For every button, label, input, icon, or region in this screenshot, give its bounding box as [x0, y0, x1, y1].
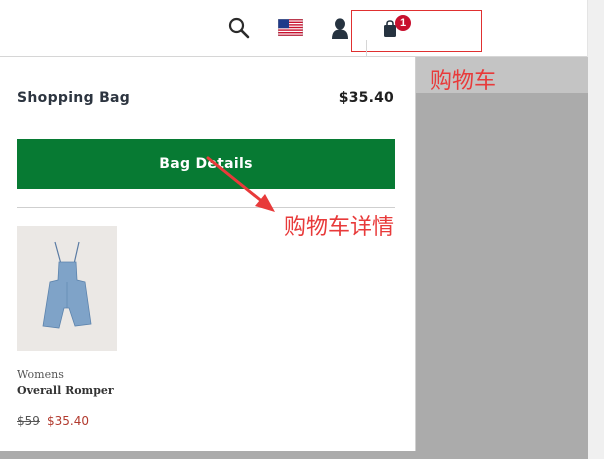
- price-sale: $35.40: [47, 414, 89, 428]
- bottom-overlay: [0, 451, 588, 459]
- shopping-bag-panel: Shopping Bag $35.40 Bag Details Womens O…: [0, 57, 416, 451]
- scrollbar[interactable]: [587, 0, 604, 459]
- price-original: $59: [17, 414, 40, 428]
- header-divider: [366, 40, 367, 56]
- account-icon[interactable]: [331, 17, 349, 39]
- bag-title: Shopping Bag: [17, 90, 131, 106]
- annotation-cart: 购物车: [430, 69, 497, 94]
- bag-details-button[interactable]: Bag Details: [17, 139, 395, 189]
- annotation-bag-details: 购物车详情: [284, 215, 395, 240]
- page-overlay[interactable]: [416, 57, 588, 459]
- product-gender: Womens: [17, 368, 64, 381]
- divider: [17, 207, 395, 208]
- bag-total: $35.40: [338, 90, 394, 106]
- cart-highlight-box: [351, 10, 482, 52]
- product-image[interactable]: [17, 226, 117, 351]
- us-flag-icon[interactable]: [278, 19, 303, 36]
- product-name[interactable]: Overall Romper: [17, 384, 114, 397]
- search-icon[interactable]: [228, 17, 250, 39]
